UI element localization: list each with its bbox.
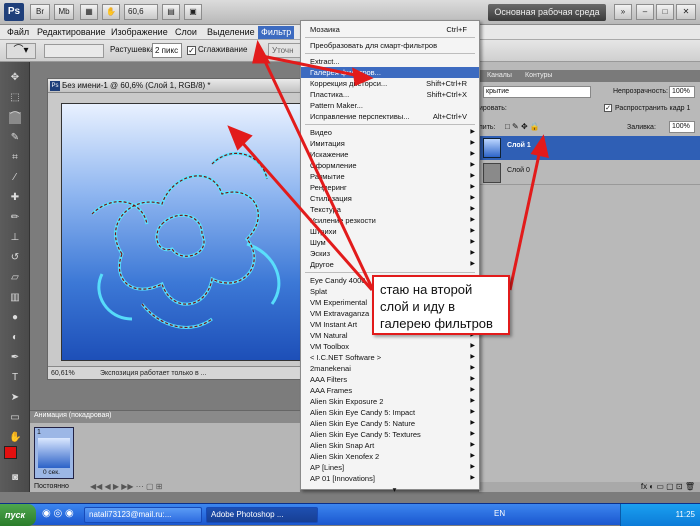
arrowhead-gallery bbox=[352, 67, 374, 87]
start-button[interactable]: пуск bbox=[0, 504, 36, 526]
arrowhead-menu bbox=[252, 39, 271, 64]
quick-launch-icons[interactable]: ◉ ◎ ◉ bbox=[42, 508, 74, 519]
arrow-to-layer bbox=[508, 149, 542, 291]
windows-taskbar: пуск ◉ ◎ ◉ natali73123@mail.ru:... Adobe… bbox=[0, 503, 700, 526]
annotation-arrows bbox=[227, 39, 549, 291]
taskbar-photoshop-window[interactable]: Adobe Photoshop ... bbox=[206, 507, 318, 523]
arrowhead-layer bbox=[530, 134, 549, 158]
arrow-to-canvas bbox=[238, 139, 374, 291]
taskbar-mail-window[interactable]: natali73123@mail.ru:... bbox=[84, 507, 202, 523]
language-indicator[interactable]: EN bbox=[494, 509, 505, 518]
annotation-callout: стаю на второй слой и иду в галерею филь… bbox=[372, 275, 510, 335]
system-tray: 11:25 bbox=[620, 504, 700, 526]
arrow-to-gallery bbox=[261, 54, 361, 78]
arrowhead-canvas bbox=[227, 125, 253, 151]
clock[interactable]: 11:25 bbox=[676, 510, 695, 519]
arrow-to-menu bbox=[260, 54, 374, 289]
